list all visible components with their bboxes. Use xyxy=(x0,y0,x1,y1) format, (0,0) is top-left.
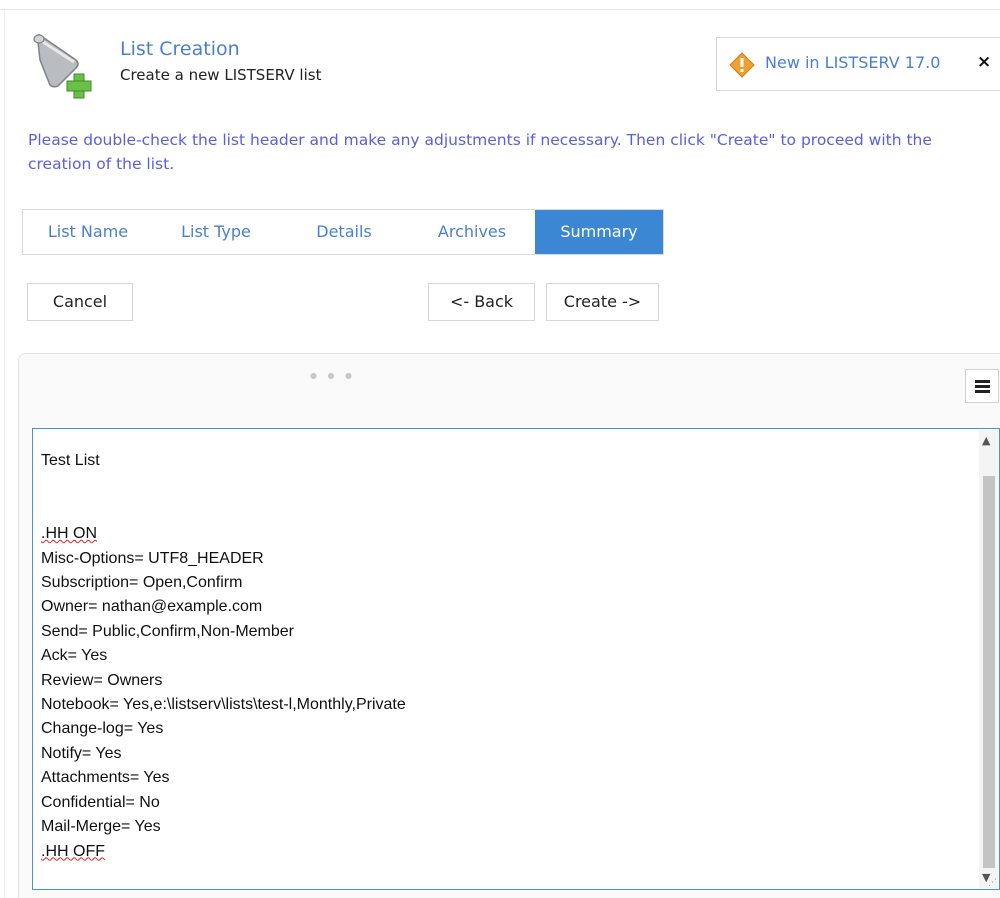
editor-line: Test List xyxy=(41,452,100,469)
close-icon[interactable]: × xyxy=(977,52,991,72)
page-title: List Creation xyxy=(120,38,240,60)
left-divider xyxy=(4,9,5,898)
editor-line: Subscription= Open,Confirm xyxy=(41,574,243,592)
warning-diamond-icon xyxy=(729,52,755,78)
editor-line: Notebook= Yes,e:\listserv\lists\test-l,M… xyxy=(41,696,406,714)
scroll-plus-icon xyxy=(30,30,100,100)
list-header-textarea[interactable]: Test List .HH ON Misc-Options= UTF8_HEAD… xyxy=(32,428,1000,890)
top-divider xyxy=(0,9,1000,10)
editor-line: .HH OFF xyxy=(41,842,105,860)
hamburger-menu-icon[interactable] xyxy=(965,369,999,403)
tab-details[interactable]: Details xyxy=(279,210,409,254)
editor-line: Owner= nathan@example.com xyxy=(41,598,263,616)
create-button[interactable]: Create -> xyxy=(546,283,659,321)
editor-line: Review= Owners xyxy=(41,671,163,689)
tab-list-name[interactable]: List Name xyxy=(23,210,153,254)
back-button[interactable]: <- Back xyxy=(428,283,535,321)
list-header-content: Test List .HH ON Misc-Options= UTF8_HEAD… xyxy=(41,449,961,864)
panel-drag-handle[interactable]: ● ● ● xyxy=(310,371,356,380)
editor-line: Change-log= Yes xyxy=(41,720,164,738)
tab-summary[interactable]: Summary xyxy=(535,210,663,254)
tab-list-type[interactable]: List Type xyxy=(153,210,279,254)
editor-line: Attachments= Yes xyxy=(41,769,170,787)
editor-line: Mail-Merge= Yes xyxy=(41,818,161,836)
cancel-button[interactable]: Cancel xyxy=(27,283,133,321)
instructions-text: Please double-check the list header and … xyxy=(28,131,932,173)
editor-line: .HH ON xyxy=(41,525,97,543)
editor-line: Confidential= No xyxy=(41,793,160,811)
editor-line: Misc-Options= UTF8_HEADER xyxy=(41,549,264,567)
editor-line: Ack= Yes xyxy=(41,647,108,665)
editor-scrollbar[interactable]: ▲ ▼ xyxy=(979,430,998,888)
wizard-tabs: List Name List Type Details Archives Sum… xyxy=(22,209,664,255)
resize-grip-icon[interactable]: ⋰ xyxy=(988,878,997,888)
page-subtitle: Create a new LISTSERV list xyxy=(120,66,322,84)
new-features-notice: New in LISTSERV 17.0 × xyxy=(716,37,1000,91)
editor-line: Send= Public,Confirm,Non-Member xyxy=(41,622,294,640)
editor-line: Notify= Yes xyxy=(41,744,122,762)
scroll-up-icon[interactable]: ▲ xyxy=(982,434,990,447)
scroll-thumb[interactable] xyxy=(983,476,995,868)
tab-archives[interactable]: Archives xyxy=(409,210,535,254)
new-features-link[interactable]: New in LISTSERV 17.0 xyxy=(765,53,940,72)
